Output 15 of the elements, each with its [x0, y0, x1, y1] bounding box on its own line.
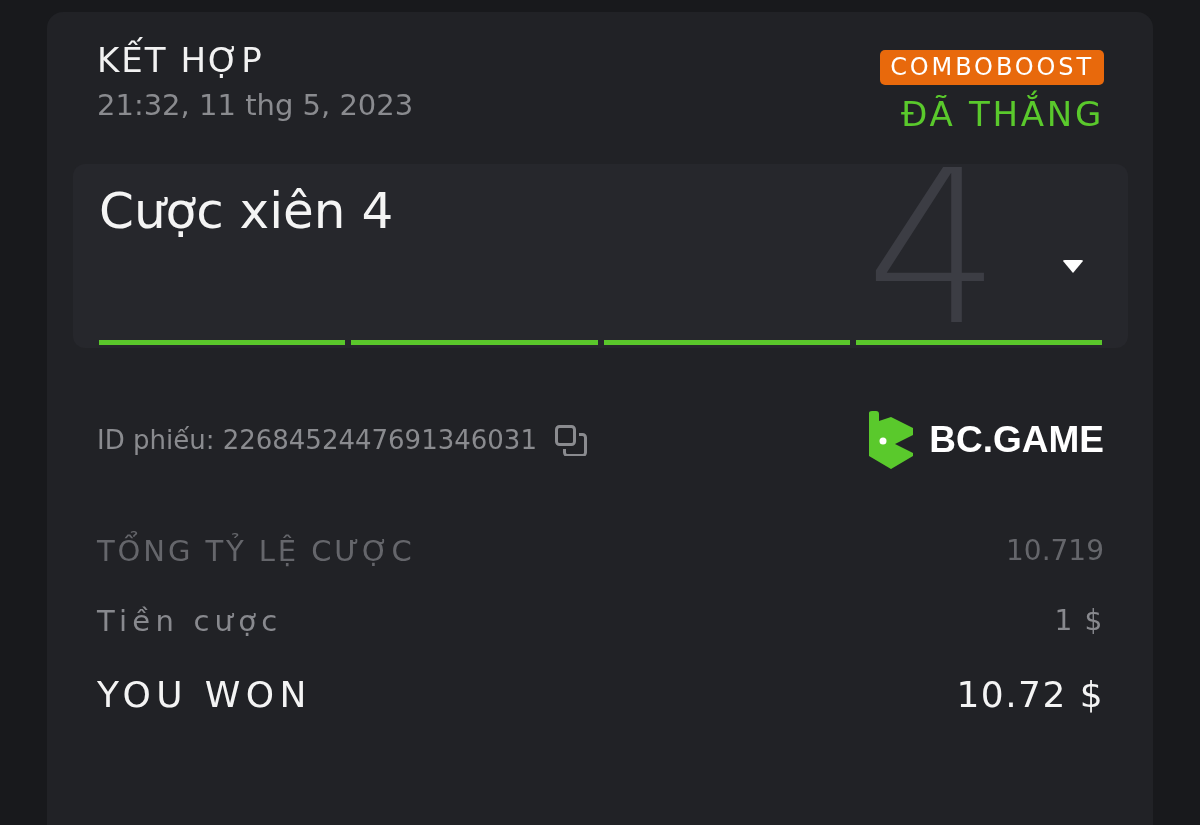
summary-value: 1 $: [1054, 603, 1104, 639]
comboboost-badge: COMBOBOOST: [880, 50, 1104, 85]
summary-label: TỔNG TỶ LỆ CƯỢC: [97, 529, 415, 573]
bet-datetime: 21:32, 11 thg 5, 2023: [97, 87, 414, 123]
combo-title: Cược xiên 4: [99, 182, 394, 240]
summary-label: YOU WON: [97, 673, 312, 717]
logo-icon: [869, 411, 914, 469]
summary-value: 10.719: [1006, 533, 1104, 569]
summary-value: 10.72 $: [956, 673, 1104, 717]
summary-label: Tiền cược: [97, 603, 283, 640]
copy-icon[interactable]: [554, 424, 587, 456]
bet-type: KẾT HỢP: [97, 38, 414, 82]
brand-name: BC.GAME: [929, 419, 1104, 461]
ticket-id: ID phiếu: 2268452447691346031: [97, 424, 537, 456]
caret-icon[interactable]: [1062, 258, 1084, 274]
